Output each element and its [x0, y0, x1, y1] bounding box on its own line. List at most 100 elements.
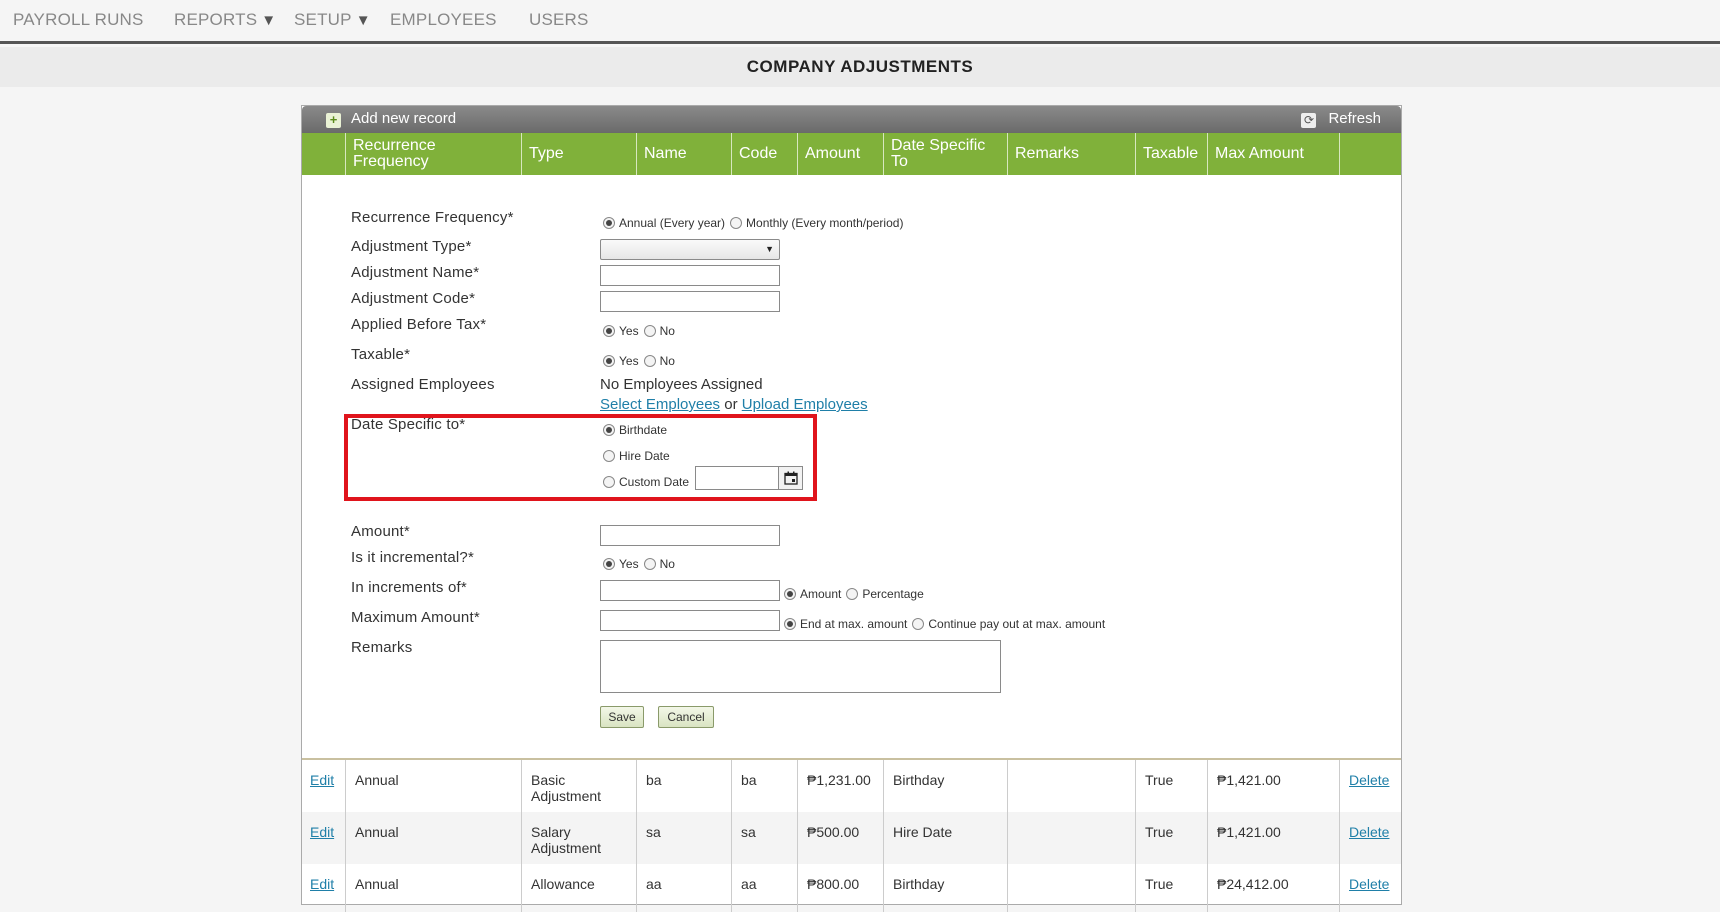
delete-link[interactable]: Delete	[1349, 824, 1389, 840]
taxable-cell: True	[1136, 760, 1208, 812]
date-birthdate-radio[interactable]	[603, 424, 615, 436]
taxable-radio-group: Yes No	[603, 354, 675, 368]
table-row: Edit Annual Allowance aa aa ₱800.00 Birt…	[302, 864, 1401, 912]
add-record-button[interactable]: + Add new record	[326, 110, 456, 128]
taxable-no-radio[interactable]	[643, 355, 656, 367]
adjustment-type-select[interactable]: ▼	[600, 239, 780, 260]
increments-amount-radio[interactable]	[784, 588, 796, 600]
max-end-radio[interactable]	[784, 618, 796, 630]
col-header-recurrence[interactable]: Recurrence Frequency	[346, 133, 522, 175]
refresh-button[interactable]: ⟳ Refresh	[1301, 110, 1381, 128]
col-header-remarks[interactable]: Remarks	[1008, 133, 1136, 175]
type-cell: Basic Adjustment	[522, 760, 637, 812]
nav-users[interactable]: USERS	[529, 10, 589, 30]
col-header-date-specific[interactable]: Date Specific To	[884, 133, 1008, 175]
nav-payroll-runs[interactable]: PAYROLL RUNS	[13, 10, 144, 30]
grid-header: Recurrence Frequency Type Name Code Amoun…	[302, 133, 1401, 175]
nav-employees[interactable]: EMPLOYEES	[390, 10, 497, 30]
amount-label: Amount*	[351, 523, 410, 540]
edit-link[interactable]: Edit	[310, 876, 334, 892]
increments-label: In increments of*	[351, 579, 467, 596]
nav-setup[interactable]: SETUP ▼	[294, 10, 371, 30]
amount-cell: ₱800.00	[798, 864, 884, 912]
upload-employees-link[interactable]: Upload Employees	[742, 396, 868, 413]
type-cell: Allowance	[522, 864, 637, 912]
date-specific-cell: Birthday	[884, 864, 1008, 912]
date-hire-option: Hire Date	[603, 449, 670, 463]
col-header-type[interactable]: Type	[522, 133, 637, 175]
col-header-line: Remarks	[1015, 145, 1080, 162]
adjustment-name-label: Adjustment Name*	[351, 264, 480, 281]
before-tax-yes-radio[interactable]	[603, 325, 615, 337]
col-header-max-amount[interactable]: Max Amount	[1208, 133, 1340, 175]
max-amount-input[interactable]	[600, 610, 780, 631]
radio-label: Birthdate	[619, 423, 668, 437]
date-hire-radio[interactable]	[603, 450, 615, 462]
delete-cell: Delete	[1340, 760, 1401, 812]
nav-reports[interactable]: REPORTS ▼	[174, 10, 276, 30]
col-header-name[interactable]: Name	[637, 133, 732, 175]
table-row: Edit Annual Salary Adjustment sa sa ₱500…	[302, 812, 1401, 864]
cancel-button[interactable]: Cancel	[658, 706, 714, 728]
radio-label: Yes	[619, 324, 639, 338]
chevron-down-icon: ▼	[261, 12, 277, 29]
delete-cell: Delete	[1340, 812, 1401, 864]
nav-label: REPORTS	[174, 10, 258, 29]
radio-label: Amount	[800, 587, 842, 601]
col-header-amount[interactable]: Amount	[798, 133, 884, 175]
max-amount-radio-group: End at max. amount Continue pay out at m…	[784, 617, 1105, 631]
name-cell: ba	[637, 760, 732, 812]
radio-label: Percentage	[862, 587, 924, 601]
col-header-line: Type	[529, 145, 564, 162]
date-birthdate-option: Birthdate	[603, 423, 667, 437]
taxable-yes-radio[interactable]	[603, 355, 615, 367]
date-custom-radio[interactable]	[603, 476, 615, 488]
delete-link[interactable]: Delete	[1349, 772, 1389, 788]
max-amount-label: Maximum Amount*	[351, 609, 480, 626]
calendar-icon[interactable]	[778, 467, 802, 489]
assigned-employees-label: Assigned Employees	[351, 376, 495, 393]
col-header-line: Frequency	[353, 153, 429, 170]
increments-input[interactable]	[600, 580, 780, 601]
radio-label: Hire Date	[619, 449, 670, 463]
select-employees-link[interactable]: Select Employees	[600, 396, 720, 413]
amount-cell: ₱500.00	[798, 812, 884, 864]
taxable-label: Taxable*	[351, 346, 411, 363]
name-cell: sa	[637, 812, 732, 864]
edit-link[interactable]: Edit	[310, 772, 334, 788]
incremental-no-radio[interactable]	[643, 558, 656, 570]
frequency-cell: Annual	[346, 864, 522, 912]
radio-label: Monthly (Every month/period)	[746, 216, 904, 230]
assigned-employees-value: No Employees Assigned	[600, 376, 763, 393]
remarks-textarea[interactable]	[600, 640, 1001, 693]
edit-link[interactable]: Edit	[310, 824, 334, 840]
incremental-radio-group: Yes No	[603, 557, 675, 571]
col-header-code[interactable]: Code	[732, 133, 798, 175]
date-specific-label: Date Specific to*	[351, 416, 466, 433]
save-button[interactable]: Save	[600, 706, 644, 728]
col-header-taxable[interactable]: Taxable	[1136, 133, 1208, 175]
amount-input[interactable]	[600, 525, 780, 546]
adjustment-type-label: Adjustment Type*	[351, 238, 472, 255]
adjustment-name-input[interactable]	[600, 265, 780, 286]
radio-label: Yes	[619, 354, 639, 368]
radio-label: Custom Date	[619, 475, 690, 489]
delete-link[interactable]: Delete	[1349, 876, 1389, 892]
adjustment-code-input[interactable]	[600, 291, 780, 312]
radio-label: No	[659, 324, 675, 338]
recurrence-annual-radio[interactable]	[603, 217, 615, 229]
max-continue-radio[interactable]	[912, 618, 925, 630]
max-amount-cell: ₱1,421.00	[1208, 760, 1340, 812]
recurrence-monthly-radio[interactable]	[730, 217, 743, 229]
custom-date-input[interactable]	[695, 466, 803, 490]
or-text: or	[724, 396, 738, 413]
incremental-yes-radio[interactable]	[603, 558, 615, 570]
before-tax-radio-group: Yes No	[603, 324, 675, 338]
before-tax-no-radio[interactable]	[643, 325, 656, 337]
frequency-cell: Annual	[346, 812, 522, 864]
before-tax-label: Applied Before Tax*	[351, 316, 487, 333]
col-header-line: Date Specific	[891, 137, 986, 154]
increments-percentage-radio[interactable]	[846, 588, 859, 600]
page-title: COMPANY ADJUSTMENTS	[746, 57, 974, 76]
chevron-down-icon: ▼	[765, 244, 774, 254]
